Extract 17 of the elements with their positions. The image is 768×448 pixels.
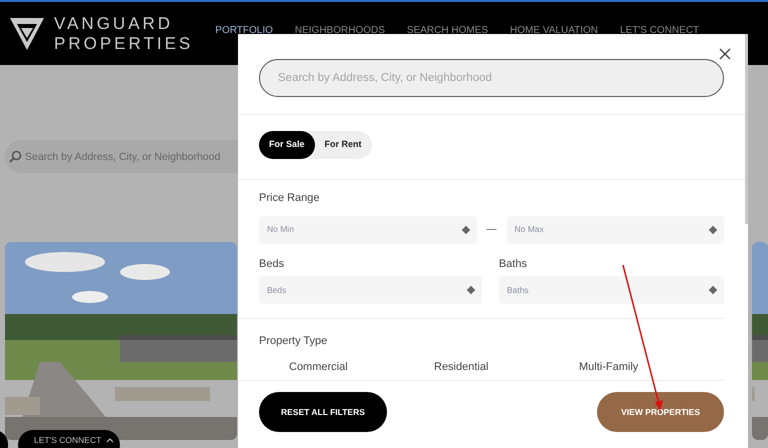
field-label: Property Type [259,334,328,349]
field-label: Price Range [259,191,321,206]
separator-text: — [486,223,496,237]
property-type-option[interactable]: Commercial [289,358,434,375]
property-type-option[interactable]: Multi-Family [579,358,724,375]
property-type-option[interactable]: Residential [434,358,579,375]
listing-type-tab[interactable]: For Rent [314,131,372,159]
search-field[interactable]: Search by Address, City, or Neighborhood [259,59,724,97]
reset-filters-button[interactable]: RESET ALL FILTERS [259,392,387,432]
field-label: Baths [498,256,528,272]
logo-text: VANGUARD [54,14,174,34]
listing-type-tab[interactable]: For Sale [259,131,315,159]
search-field[interactable]: Search by Address, City, or Neighborhood [5,140,241,173]
lets-connect-button[interactable]: LET'S CONNECT [18,430,120,448]
view-properties-button[interactable]: VIEW PROPERTIES [597,392,724,432]
field-label: Beds [259,256,286,272]
logo-text: PROPERTIES [54,34,194,54]
